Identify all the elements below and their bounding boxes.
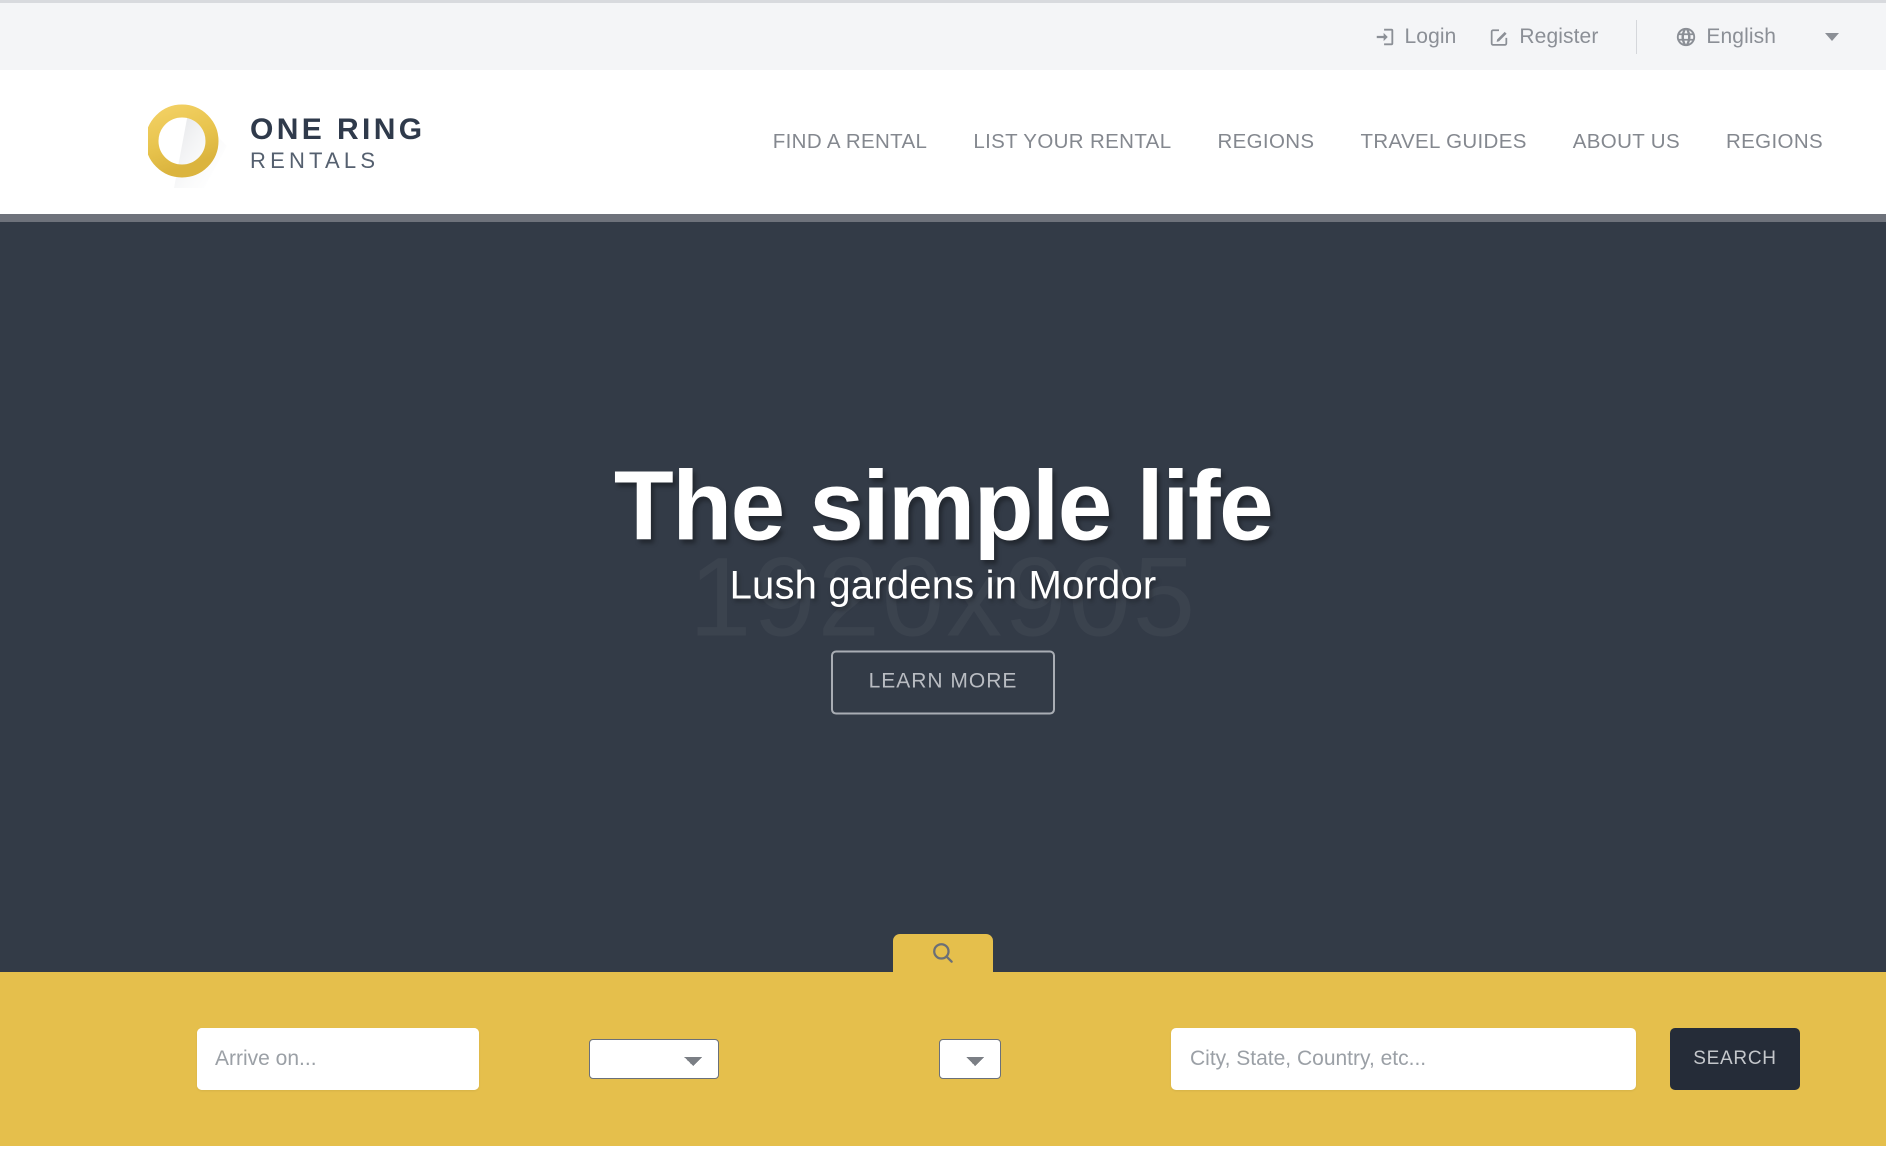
nav-item-regions-secondary[interactable]: REGIONS: [1703, 130, 1846, 154]
language-label: English: [1706, 24, 1776, 48]
nav-item-about-us[interactable]: ABOUT US: [1550, 130, 1703, 154]
hero-banner: 1920x905 The simple life Lush gardens in…: [0, 222, 1886, 972]
register-link[interactable]: Register: [1472, 25, 1614, 49]
globe-icon: [1675, 26, 1697, 48]
brand-wordmark: ONE RING RENTALS: [250, 110, 426, 175]
ring-logo-icon: [148, 96, 230, 188]
top-utility-bar: Login Register English: [0, 0, 1886, 70]
hero-subtitle: Lush gardens in Mordor: [729, 563, 1157, 608]
login-label: Login: [1404, 24, 1457, 48]
login-link[interactable]: Login: [1358, 25, 1473, 49]
language-selector[interactable]: English: [1659, 25, 1792, 49]
search-panel-toggle[interactable]: [893, 934, 993, 972]
page-footer-spacer: [0, 1146, 1886, 1166]
sign-in-icon: [1374, 26, 1396, 48]
header-divider: [0, 214, 1886, 222]
brand-name-secondary: RENTALS: [250, 148, 380, 173]
nights-select[interactable]: [589, 1039, 719, 1079]
arrival-date-input[interactable]: [197, 1028, 479, 1090]
nights-select-wrapper: [589, 1039, 719, 1079]
nav-item-regions[interactable]: REGIONS: [1194, 130, 1337, 154]
search-form: SEARCH: [52, 1028, 1834, 1090]
nav-item-find-a-rental[interactable]: FIND A RENTAL: [750, 130, 951, 154]
guests-select-wrapper: [939, 1039, 1001, 1079]
learn-more-button[interactable]: LEARN MORE: [830, 650, 1056, 715]
language-dropdown-toggle[interactable]: [1812, 17, 1852, 57]
search-bar: SEARCH: [0, 972, 1886, 1146]
top-bar-divider: [1636, 19, 1638, 54]
arrival-date-group: [197, 1028, 479, 1090]
brand-name-primary: ONE RING: [250, 112, 426, 146]
top-utility-links: Login Register English: [1358, 3, 1852, 70]
caret-down-icon: [1825, 32, 1839, 41]
site-header: ONE RING RENTALS FIND A RENTAL LIST YOUR…: [0, 70, 1886, 214]
pencil-square-icon: [1488, 26, 1510, 48]
nav-item-travel-guides[interactable]: TRAVEL GUIDES: [1337, 130, 1549, 154]
main-navigation: FIND A RENTAL LIST YOUR RENTAL REGIONS T…: [750, 130, 1846, 154]
search-icon: [930, 940, 956, 966]
page-root: Login Register English ONE RING RENTALS …: [0, 0, 1886, 1166]
brand-logo-link[interactable]: ONE RING RENTALS: [148, 96, 426, 188]
nav-item-list-your-rental[interactable]: LIST YOUR RENTAL: [950, 130, 1194, 154]
register-label: Register: [1519, 24, 1599, 48]
location-search-input[interactable]: [1171, 1028, 1636, 1090]
guests-select[interactable]: [939, 1039, 1001, 1079]
search-submit-button[interactable]: SEARCH: [1670, 1028, 1800, 1090]
hero-content: The simple life Lush gardens in Mordor L…: [0, 450, 1886, 739]
hero-title: The simple life: [613, 450, 1274, 561]
